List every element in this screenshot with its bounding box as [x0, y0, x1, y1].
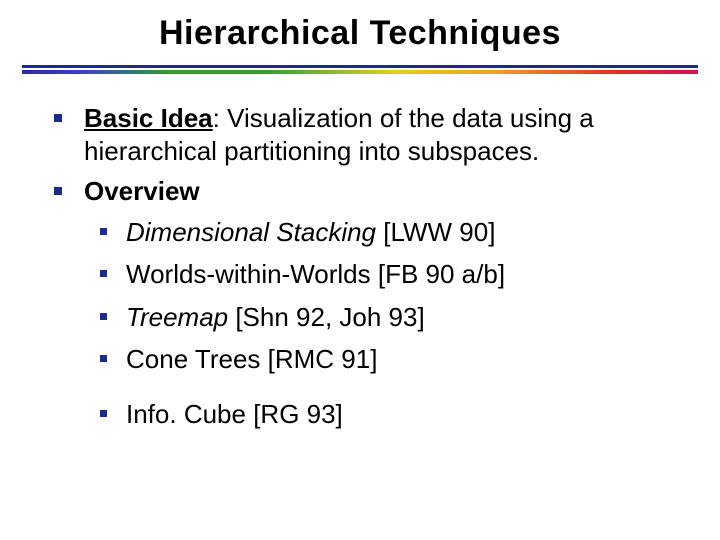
text-run: Cone Trees [RMC 91]: [126, 344, 377, 374]
text-run: Basic Idea: [84, 103, 213, 133]
content-area: Basic Idea: Visualization of the data us…: [0, 102, 720, 430]
bullet-level-2: Dimensional Stacking [LWW 90]: [48, 216, 672, 249]
divider-rainbow: [22, 70, 698, 74]
divider-top: [22, 65, 698, 68]
text-run: Dimensional Stacking: [126, 217, 376, 247]
bullet-level-2: Info. Cube [RG 93]: [48, 398, 672, 431]
spacer: [48, 386, 672, 398]
text-run: Worlds-within-Worlds [FB 90 a/b]: [126, 259, 505, 289]
slide: Hierarchical Techniques Basic Idea: Visu…: [0, 0, 720, 540]
page-title: Hierarchical Techniques: [0, 0, 720, 65]
text-run: [LWW 90]: [376, 217, 495, 247]
text-run: Overview: [84, 176, 200, 206]
title-divider: [22, 65, 698, 74]
text-run: Info. Cube [RG 93]: [126, 399, 343, 429]
sub-bullet-group: Dimensional Stacking [LWW 90] Worlds-with…: [48, 216, 672, 431]
text-run: Treemap: [126, 302, 228, 332]
bullet-level-2: Worlds-within-Worlds [FB 90 a/b]: [48, 258, 672, 291]
text-run: [Shn 92, Joh 93]: [228, 302, 425, 332]
bullet-level-2: Cone Trees [RMC 91]: [48, 343, 672, 376]
bullet-level-2: Treemap [Shn 92, Joh 93]: [48, 301, 672, 334]
bullet-level-1: Basic Idea: Visualization of the data us…: [48, 102, 672, 167]
bullet-level-1: Overview: [48, 175, 672, 208]
